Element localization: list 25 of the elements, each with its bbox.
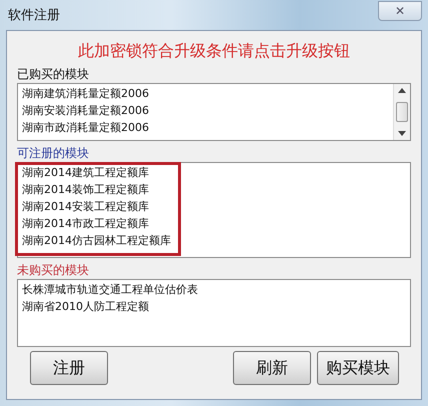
refresh-button[interactable]: 刷新 — [233, 351, 311, 385]
list-item[interactable]: 长株潭城市轨道交通工程单位估价表 — [22, 282, 198, 297]
module-list[interactable]: 长株潭城市轨道交通工程单位估价表 湖南省2010人防工程定额 — [17, 279, 411, 347]
list-item[interactable]: 湖南2014市政工程定额库 — [22, 216, 149, 231]
close-button[interactable]: ✕ — [378, 1, 422, 21]
list-item[interactable]: 湖南市政消耗量定额2006 — [22, 120, 149, 135]
list-item[interactable]: 湖南省2010人防工程定额 — [22, 299, 149, 314]
list-item[interactable]: 湖南2014建筑工程定额库 — [22, 165, 149, 180]
list-item[interactable]: 湖南2014仿古园林工程定额库 — [22, 233, 171, 248]
module-list[interactable]: 湖南2014建筑工程定额库 湖南2014装饰工程定额库 湖南2014安装工程定额库 湖南2014市政工程定额库 湖南2014仿古园林工程定额库 — [17, 162, 411, 258]
list-item[interactable]: 湖南安装消耗量定额2006 — [22, 103, 149, 118]
scrollbar[interactable] — [393, 84, 410, 140]
buy-button[interactable]: 购买模块 — [317, 351, 399, 385]
list-item[interactable]: 湖南2014装饰工程定额库 — [22, 182, 149, 197]
scroll-up-icon[interactable] — [398, 88, 406, 93]
list-item[interactable]: 湖南建筑消耗量定额2006 — [22, 86, 149, 101]
section-label: 可注册的模块 — [17, 145, 89, 162]
scroll-down-icon[interactable] — [398, 131, 406, 136]
section-label: 已购买的模块 — [17, 66, 89, 83]
section-label: 未购买的模块 — [17, 262, 89, 279]
notice-text: 此加密锁符合升级条件请点击升级按钮 — [77, 41, 351, 62]
module-list[interactable]: 湖南建筑消耗量定额2006 湖南安装消耗量定额2006 湖南市政消耗量定额2006 — [17, 83, 411, 141]
list-item[interactable]: 湖南2014安装工程定额库 — [22, 199, 149, 214]
register-button[interactable]: 注册 — [30, 351, 108, 385]
window-title: 软件注册 — [7, 7, 60, 24]
